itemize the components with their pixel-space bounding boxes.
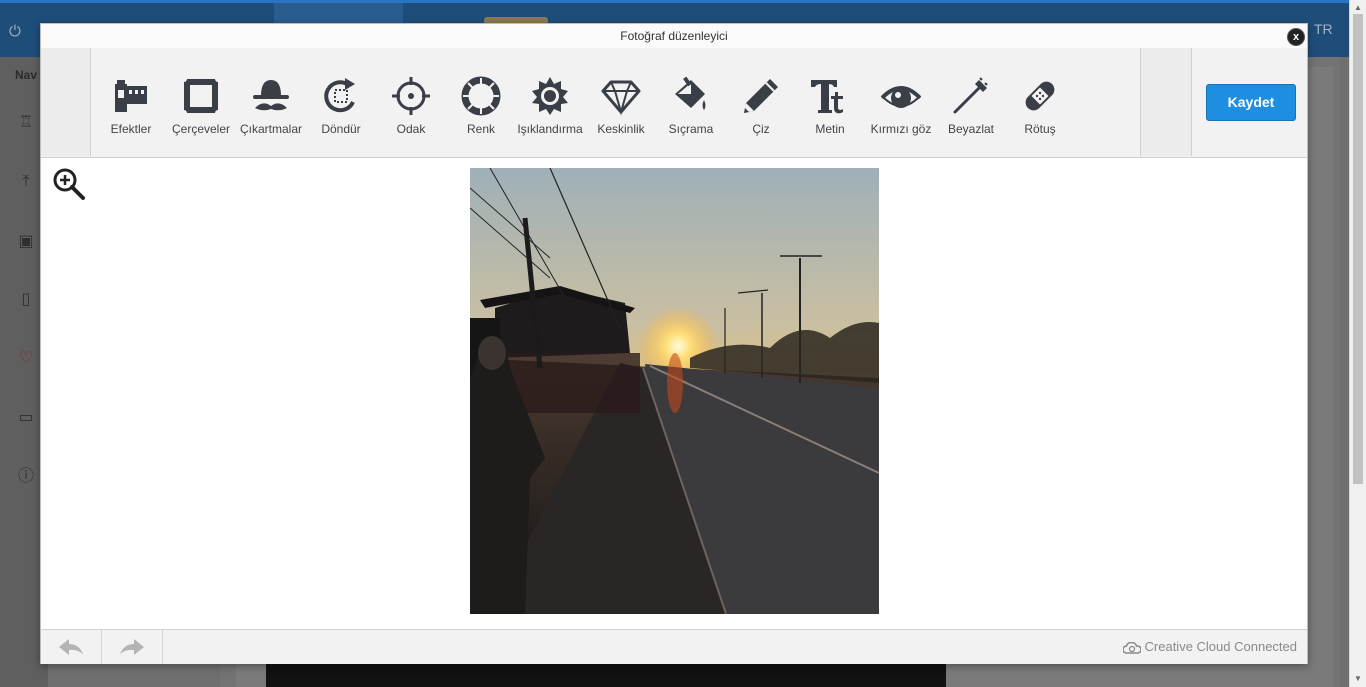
sharpness-icon <box>601 80 641 116</box>
tool-text[interactable]: Metin <box>795 48 865 156</box>
background-photo <box>266 664 946 687</box>
tool-stickers[interactable]: Çıkartmalar <box>236 48 306 156</box>
tool-retouch[interactable]: Rötuş <box>1005 48 1075 156</box>
red-eye-icon <box>881 86 921 108</box>
wallet-icon: ▭ <box>18 409 34 426</box>
modal-title: Fotoğraf düzenleyici <box>41 24 1307 49</box>
tool-label: Rötuş <box>1024 122 1056 136</box>
tool-effects[interactable]: Efektler <box>96 48 166 156</box>
stickers-icon <box>253 80 289 111</box>
tool-color[interactable]: Renk <box>446 48 516 156</box>
draw-icon <box>744 79 778 113</box>
tool-whiten[interactable]: Beyazlat <box>936 48 1006 156</box>
tool-lighting[interactable]: Işıklandırma <box>515 48 585 156</box>
color-icon <box>461 76 501 116</box>
text-icon <box>811 80 843 114</box>
creative-cloud-label: Creative Cloud Connected <box>1144 639 1297 654</box>
lighting-icon <box>532 77 568 115</box>
splash-icon <box>675 76 706 110</box>
undo-button[interactable] <box>41 630 102 664</box>
tool-bar: Efektler Çerçeveler Çıkartmalar Döndür O… <box>41 48 1307 158</box>
calendar-icon: ▣ <box>18 233 34 250</box>
rotate-icon <box>324 78 355 113</box>
toolbar-scroll-right[interactable] <box>1140 48 1192 156</box>
effects-icon <box>115 80 147 112</box>
creative-cloud-status: Creative Cloud Connected <box>1122 639 1297 654</box>
language-label: TR <box>1314 21 1333 37</box>
edited-photo <box>470 168 879 614</box>
bookmark-icon: ▯ <box>21 291 31 308</box>
close-button[interactable]: x <box>1287 28 1305 46</box>
redo-button[interactable] <box>102 630 163 664</box>
creative-cloud-icon <box>1122 641 1141 654</box>
photo-editor-modal: Fotoğraf düzenleyici x Efektler Çerçevel… <box>40 23 1308 664</box>
help-icon: ⓘ <box>17 468 34 485</box>
scroll-up-icon[interactable]: ▲ <box>1354 3 1362 12</box>
toolbar-scroll-left[interactable] <box>41 48 91 156</box>
scroll-down-icon[interactable]: ▼ <box>1354 674 1362 683</box>
tool-rotate[interactable]: Döndür <box>306 48 376 156</box>
tool-draw[interactable]: Çiz <box>726 48 796 156</box>
scrollbar-thumb[interactable] <box>1353 14 1363 484</box>
tool-focus[interactable]: Odak <box>376 48 446 156</box>
power-icon: ⏻ <box>9 23 21 40</box>
tool-sharpness[interactable]: Keskinlik <box>586 48 656 156</box>
retouch-icon <box>1025 81 1055 111</box>
heart-icon: ♡ <box>18 350 34 367</box>
tool-splash[interactable]: Sıçrama <box>656 48 726 156</box>
page-scrollbar[interactable]: ▲ ▼ <box>1349 0 1366 687</box>
redo-icon <box>120 639 144 655</box>
save-button[interactable]: Kaydet <box>1206 84 1296 121</box>
undo-icon <box>59 639 83 655</box>
photo-canvas <box>41 158 1307 629</box>
sidebar-title: Nav <box>15 68 38 82</box>
frames-icon <box>181 76 221 116</box>
whiten-icon <box>953 77 988 114</box>
zoom-in-icon[interactable] <box>52 167 86 201</box>
tool-frames[interactable]: Çerçeveler <box>166 48 236 156</box>
upload-icon: ⤒ <box>22 173 30 190</box>
tool-red-eye[interactable]: Kırmızı göz <box>866 48 936 156</box>
editor-footer: Creative Cloud Connected <box>41 629 1307 664</box>
focus-icon <box>392 77 430 115</box>
trophy-icon: ♖ <box>18 114 34 131</box>
